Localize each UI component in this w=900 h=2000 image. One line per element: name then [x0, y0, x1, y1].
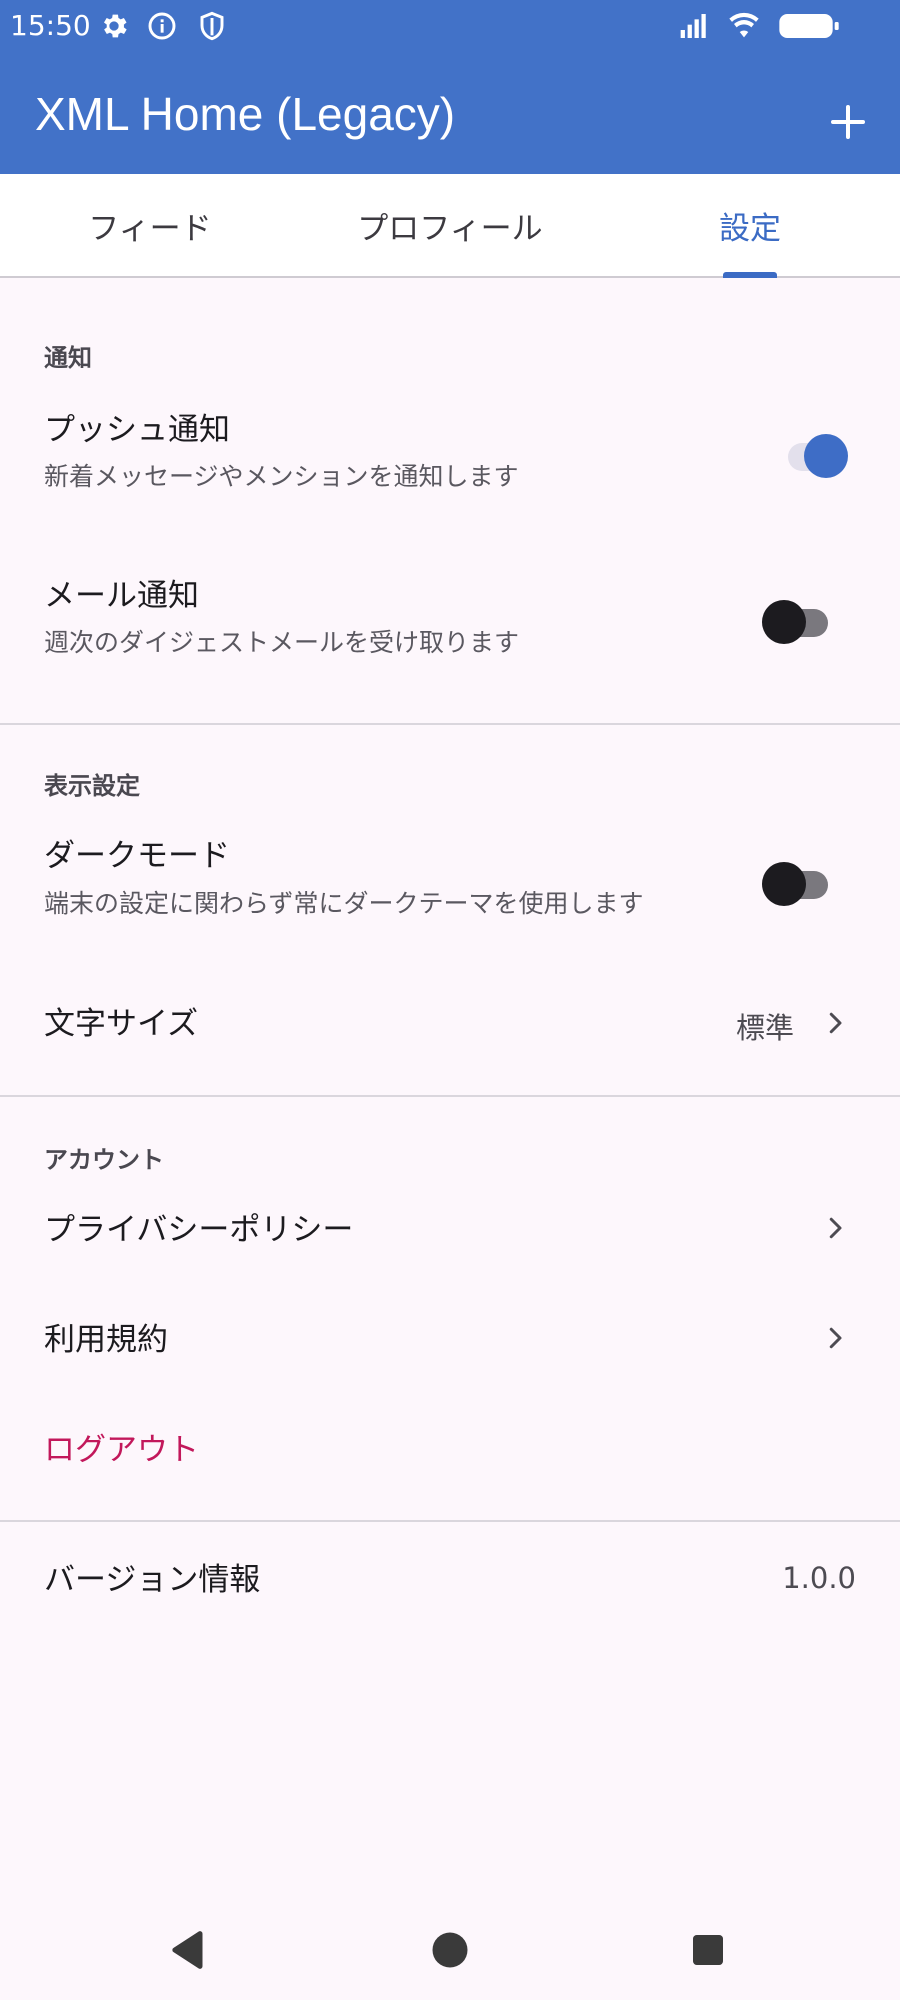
font-size-value: 標準 [735, 1011, 794, 1045]
dark-mode-switch[interactable] [762, 862, 832, 906]
section-divider [0, 1095, 900, 1097]
email-notification-title: メール通知 [44, 578, 199, 614]
section-divider [0, 723, 900, 725]
tab-feed[interactable]: フィード [0, 174, 300, 276]
signal-icon [678, 10, 710, 42]
push-notification-subtitle: 新着メッセージやメンションを通知します [44, 462, 519, 491]
dark-mode-subtitle: 端末の設定に関わらず常にダークテーマを使用します [44, 889, 644, 918]
wifi-icon [728, 10, 760, 42]
version-value: 1.0.0 [782, 1561, 856, 1595]
switch-thumb [804, 434, 848, 478]
terms-title: 利用規約 [44, 1322, 168, 1358]
app-title: XML Home (Legacy) [35, 88, 456, 140]
status-time: 15:50 [10, 9, 91, 42]
shield-icon [196, 10, 228, 42]
version-title: バージョン情報 [44, 1562, 261, 1598]
push-notification-title: プッシュ通知 [44, 412, 230, 448]
info-icon [146, 10, 178, 42]
privacy-policy-title: プライバシーポリシー [44, 1212, 354, 1248]
email-notification-subtitle: 週次のダイジェストメールを受け取ります [44, 628, 520, 657]
back-icon[interactable] [160, 1920, 220, 1980]
plus-icon [831, 105, 865, 139]
email-notification-switch[interactable] [762, 600, 832, 644]
switch-thumb [762, 862, 806, 906]
switch-thumb [762, 600, 806, 644]
tab-profile[interactable]: プロフィール [300, 174, 600, 276]
home-icon[interactable] [420, 1920, 480, 1980]
chevron-right-icon [820, 1213, 850, 1243]
dark-mode-title: ダークモード [44, 838, 230, 874]
logout-button[interactable]: ログアウト [44, 1430, 199, 1470]
system-nav-bar [0, 1900, 900, 2000]
battery-icon [778, 10, 842, 42]
font-size-title: 文字サイズ [44, 1006, 199, 1042]
push-notification-switch[interactable] [780, 434, 850, 478]
chevron-right-icon [820, 1008, 850, 1038]
add-button[interactable] [820, 94, 876, 150]
gear-icon [98, 10, 130, 42]
section-header-display: 表示設定 [44, 772, 140, 800]
section-header-account: アカウント [44, 1146, 164, 1174]
section-header-notifications: 通知 [44, 344, 92, 372]
status-bar: 15:50 [0, 0, 900, 52]
tab-indicator [723, 272, 777, 278]
app-bar: 15:50 XML Home (Legacy) [0, 0, 900, 174]
tab-bar: フィード プロフィール 設定 [0, 174, 900, 278]
recents-icon[interactable] [678, 1920, 738, 1980]
section-divider [0, 1520, 900, 1522]
tab-settings[interactable]: 設定 [600, 174, 900, 276]
chevron-right-icon [820, 1323, 850, 1353]
